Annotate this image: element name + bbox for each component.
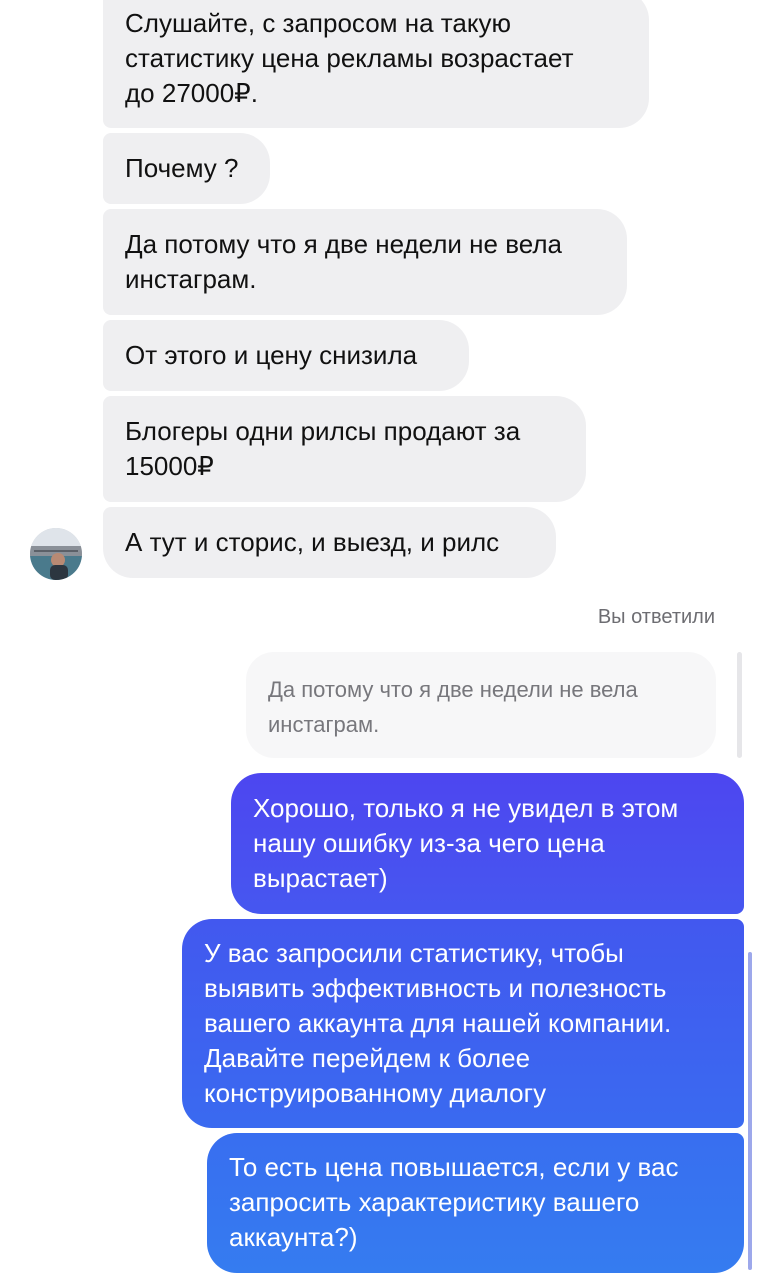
contact-avatar[interactable] bbox=[30, 528, 82, 580]
outgoing-message[interactable]: То есть цена повышается, если у вас запр… bbox=[207, 1133, 744, 1273]
quote-indicator-bar bbox=[737, 652, 742, 758]
chat-thread: Слушайте, с запросом на такую статистику… bbox=[0, 0, 759, 1280]
outgoing-message[interactable]: Хорошо, только я не увидел в этом нашу о… bbox=[231, 773, 744, 914]
reply-label: Вы ответили bbox=[597, 606, 715, 628]
outgoing-message[interactable]: У вас запросили статистику, чтобы выявит… bbox=[182, 919, 744, 1128]
incoming-message[interactable]: Да потому что я две недели не вела инста… bbox=[103, 209, 627, 315]
quoted-message[interactable]: Да потому что я две недели не вела инста… bbox=[246, 652, 716, 758]
incoming-message[interactable]: Слушайте, с запросом на такую статистику… bbox=[103, 0, 649, 128]
avatar-photo-icon bbox=[30, 528, 82, 580]
scroll-indicator[interactable] bbox=[748, 952, 752, 1270]
incoming-message[interactable]: Почему ? bbox=[103, 133, 270, 204]
incoming-message[interactable]: А тут и сторис, и выезд, и рилс bbox=[103, 507, 556, 578]
incoming-message[interactable]: Блогеры одни рилсы продают за 15000₽ bbox=[103, 396, 586, 502]
incoming-message[interactable]: От этого и цену снизила bbox=[103, 320, 469, 391]
